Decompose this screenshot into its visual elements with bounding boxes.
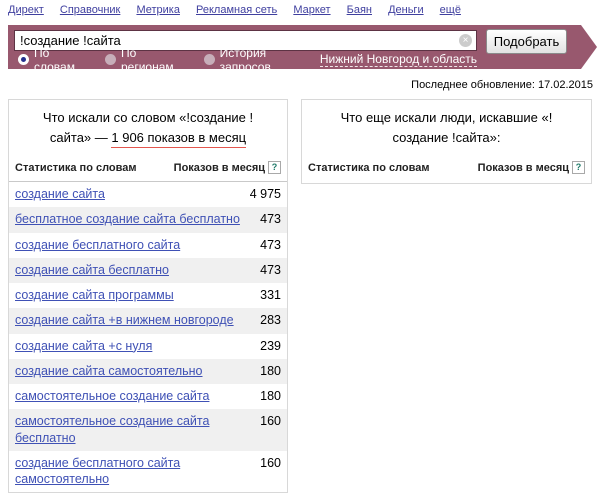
tab-query-history-label: История запросов xyxy=(220,46,290,74)
left-panel-title: Что искали со словом «!создание !сайта» … xyxy=(9,100,287,154)
column-header-shows: Показов в месяц? xyxy=(478,161,585,174)
shows-value: 4 975 xyxy=(250,186,281,202)
nav-link-bayan[interactable]: Баян xyxy=(347,4,372,16)
left-table-rows: создание сайта 4 975 бесплатное создание… xyxy=(9,182,287,492)
phrase-link[interactable]: создание бесплатного сайта xyxy=(15,237,180,253)
phrase-link[interactable]: создание сайта самостоятельно xyxy=(15,363,203,379)
nav-link-metrika[interactable]: Метрика xyxy=(136,4,180,16)
phrase-link[interactable]: создание сайта +с нуля xyxy=(15,338,152,354)
table-row: создание бесплатного сайта 473 xyxy=(9,233,287,258)
wordstat-page: { "colors": { "accent_maroon": "#98586e"… xyxy=(0,0,600,400)
nav-link-reklamnaya-set[interactable]: Рекламная сеть xyxy=(196,4,277,16)
radio-icon xyxy=(105,54,116,65)
shows-value: 180 xyxy=(260,388,281,404)
phrase-link[interactable]: создание сайта xyxy=(15,186,105,202)
phrase-link[interactable]: создание бесплатного сайта самостоятельн… xyxy=(15,455,250,488)
right-table-header: Статистика по словам Показов в месяц? xyxy=(302,154,591,183)
submit-button[interactable]: Подобрать xyxy=(486,29,567,54)
radio-selected-icon xyxy=(18,54,29,65)
phrase-link[interactable]: самостоятельное создание сайта бесплатно xyxy=(15,413,250,446)
phrase-link[interactable]: самостоятельное создание сайта xyxy=(15,388,209,404)
table-row: создание сайта программы 331 xyxy=(9,283,287,308)
last-update-text: Последнее обновление: 17.02.2015 xyxy=(0,69,600,91)
table-row: создание сайта 4 975 xyxy=(9,182,287,207)
table-row: самостоятельное создание сайта бесплатно… xyxy=(9,409,287,451)
left-table-header: Статистика по словам Показов в месяц? xyxy=(9,154,287,182)
shows-value: 160 xyxy=(260,413,281,429)
shows-value: 160 xyxy=(260,455,281,471)
table-row: создание сайта бесплатно 473 xyxy=(9,258,287,283)
nav-link-spravochnik[interactable]: Справочник xyxy=(60,4,121,16)
left-results-panel: Что искали со словом «!создание !сайта» … xyxy=(8,99,288,493)
shows-value: 239 xyxy=(260,338,281,354)
region-selector-link[interactable]: Нижний Новгород и область xyxy=(320,52,477,67)
shows-value: 473 xyxy=(260,211,281,227)
nav-link-dengi[interactable]: Деньги xyxy=(388,4,424,16)
table-row: создание сайта самостоятельно 180 xyxy=(9,359,287,384)
results-area: Что искали со словом «!создание !сайта» … xyxy=(8,99,592,493)
tab-by-words[interactable]: По словам xyxy=(18,46,75,74)
tab-by-regions[interactable]: По регионам xyxy=(105,46,174,74)
phrase-link[interactable]: бесплатное создание сайта бесплатно xyxy=(15,211,240,227)
shows-value: 473 xyxy=(260,237,281,253)
clear-input-icon[interactable]: × xyxy=(459,34,472,47)
search-mode-row: По словам По регионам История запросов Н… xyxy=(18,52,567,67)
nav-link-more[interactable]: ещё xyxy=(440,4,461,16)
search-bar-arrow-tip xyxy=(581,25,597,69)
tab-by-words-label: По словам xyxy=(34,46,75,74)
column-header-shows: Показов в месяц? xyxy=(174,161,281,174)
help-icon[interactable]: ? xyxy=(572,161,585,174)
column-header-phrase: Статистика по словам xyxy=(308,162,430,174)
nav-link-market[interactable]: Маркет xyxy=(293,4,330,16)
related-queries-panel: Что еще искали люди, искавшие «!создание… xyxy=(301,99,592,184)
top-services-nav: Директ Справочник Метрика Рекламная сеть… xyxy=(0,0,600,16)
shows-value: 180 xyxy=(260,363,281,379)
column-header-phrase: Статистика по словам xyxy=(15,162,137,174)
shows-value: 283 xyxy=(260,312,281,328)
phrase-link[interactable]: создание сайта бесплатно xyxy=(15,262,169,278)
phrase-link[interactable]: создание сайта +в нижнем новгороде xyxy=(15,312,234,328)
nav-link-direct[interactable]: Директ xyxy=(8,4,44,16)
table-row: создание бесплатного сайта самостоятельн… xyxy=(9,451,287,493)
shows-value: 331 xyxy=(260,287,281,303)
shows-value: 473 xyxy=(260,262,281,278)
help-icon[interactable]: ? xyxy=(268,161,281,174)
radio-icon xyxy=(204,54,215,65)
phrase-link[interactable]: создание сайта программы xyxy=(15,287,174,303)
tab-query-history[interactable]: История запросов xyxy=(204,46,290,74)
table-row: создание сайта +в нижнем новгороде 283 xyxy=(9,308,287,333)
search-bar: × Подобрать По словам По регионам Истори… xyxy=(8,25,581,69)
table-row: создание сайта +с нуля 239 xyxy=(9,334,287,359)
tab-by-regions-label: По регионам xyxy=(121,46,174,74)
table-row: бесплатное создание сайта бесплатно 473 xyxy=(9,207,287,232)
right-panel-title: Что еще искали люди, искавшие «!создание… xyxy=(302,100,591,154)
table-row: самостоятельное создание сайта 180 xyxy=(9,384,287,409)
shows-per-month-total[interactable]: 1 906 показов в месяц xyxy=(111,130,246,148)
